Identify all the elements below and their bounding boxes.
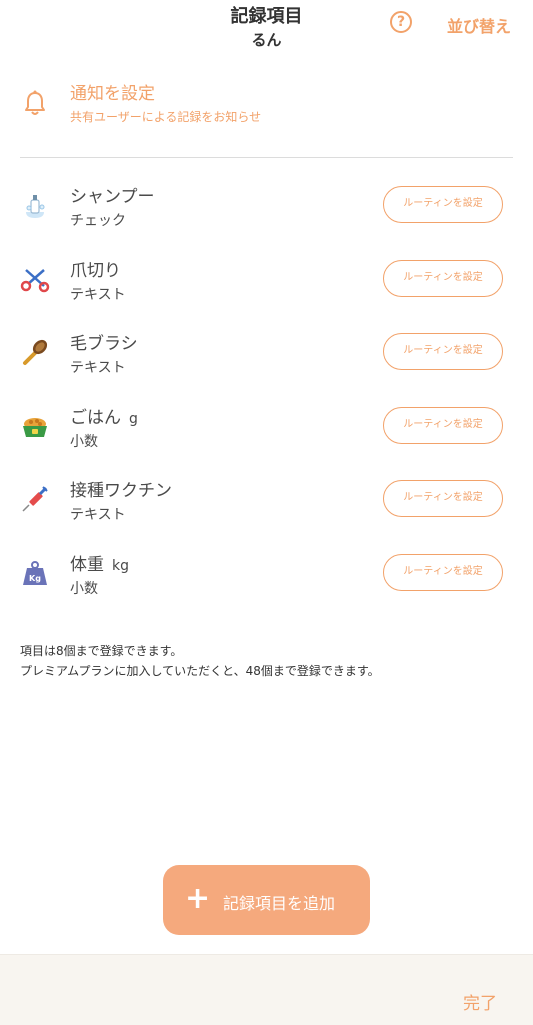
set-routine-button[interactable]: ルーティンを設定 (383, 186, 503, 223)
header: 記録項目 るん ? 並び替え (0, 0, 533, 60)
item-type: テキスト (70, 360, 126, 376)
item-type: 小数 (70, 581, 98, 597)
item-name: ごはん g (70, 408, 138, 428)
list-item[interactable]: ごはん g 小数 ルーティンを設定 (0, 403, 533, 463)
set-routine-button[interactable]: ルーティンを設定 (383, 333, 503, 370)
done-button[interactable]: 完了 (463, 989, 497, 1014)
set-routine-button[interactable]: ルーティンを設定 (383, 407, 503, 444)
notification-setting[interactable]: 通知を設定 共有ユーザーによる記録をお知らせ (0, 78, 533, 138)
list-item[interactable]: 接種ワクチン テキスト ルーティンを設定 (0, 476, 533, 536)
note-line: プレミアムプランに加入していただくと、48個まで登録できます。 (20, 664, 380, 678)
list-item[interactable]: 毛ブラシ テキスト ルーティンを設定 (0, 329, 533, 389)
food-bowl-icon (20, 411, 50, 441)
item-type: チェック (70, 213, 126, 229)
list-item[interactable]: 爪切り テキスト ルーティンを設定 (0, 256, 533, 316)
set-routine-button[interactable]: ルーティンを設定 (383, 260, 503, 297)
list-item[interactable]: シャンプー チェック ルーティンを設定 (0, 182, 533, 242)
item-type: テキスト (70, 507, 126, 523)
note-line: 項目は8個まで登録できます。 (20, 644, 183, 658)
list-item[interactable]: Kg 体重 kg 小数 ルーティンを設定 (0, 550, 533, 610)
notification-subtitle: 共有ユーザーによる記録をお知らせ (70, 110, 262, 124)
item-name: シャンプー (70, 187, 155, 207)
divider (20, 157, 513, 158)
svg-text:Kg: Kg (29, 574, 41, 583)
item-name: 毛ブラシ (70, 334, 138, 354)
scissors-icon (20, 264, 50, 294)
add-item-label: 記録項目を追加 (223, 894, 336, 913)
item-name: 体重 kg (70, 555, 129, 575)
syringe-icon (20, 484, 50, 514)
bell-icon (24, 90, 46, 120)
shampoo-icon (20, 190, 50, 220)
plus-icon: + (185, 881, 211, 916)
item-type: 小数 (70, 434, 98, 450)
brush-icon (20, 337, 50, 367)
item-name: 接種ワクチン (70, 481, 172, 501)
notification-title: 通知を設定 (70, 84, 155, 104)
set-routine-button[interactable]: ルーティンを設定 (383, 554, 503, 591)
sort-button[interactable]: 並び替え (447, 13, 511, 37)
item-type: テキスト (70, 287, 126, 303)
add-item-button[interactable]: + 記録項目を追加 (163, 865, 370, 935)
footer: 完了 (0, 954, 533, 1025)
help-icon[interactable]: ? (390, 11, 412, 33)
set-routine-button[interactable]: ルーティンを設定 (383, 480, 503, 517)
weight-icon: Kg (20, 558, 50, 588)
item-name: 爪切り (70, 261, 121, 281)
item-limit-note: 項目は8個まで登録できます。 プレミアムプランに加入していただくと、48個まで登… (20, 641, 380, 681)
